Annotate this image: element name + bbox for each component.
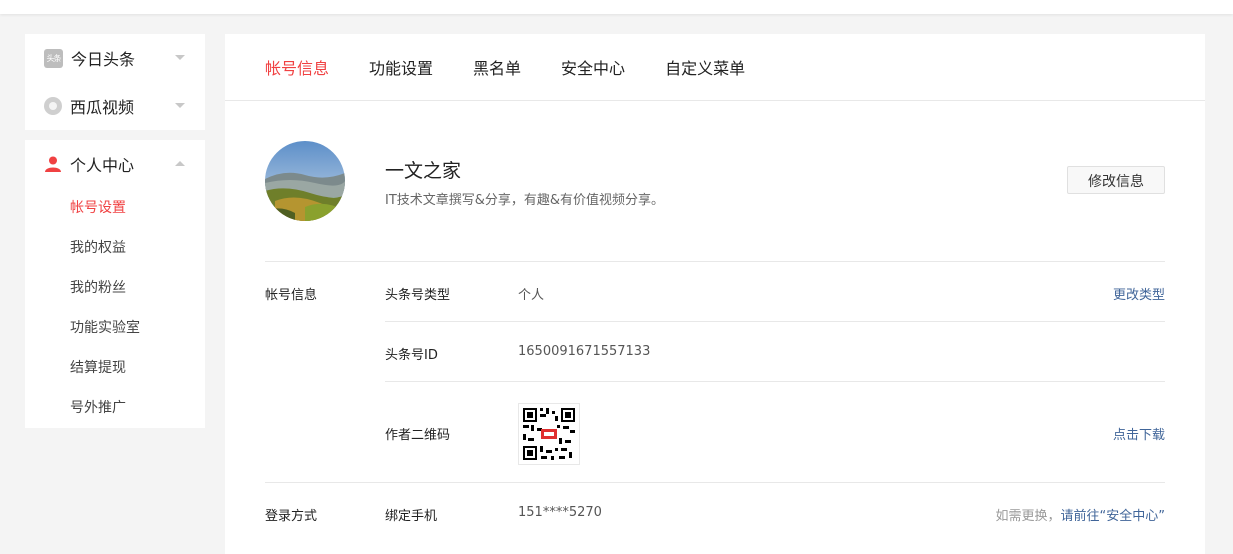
sidebar-subitem-withdraw[interactable]: 结算提现 xyxy=(25,348,205,388)
field-label-account-type: 头条号类型 xyxy=(385,288,451,303)
tab-feature-settings[interactable]: 功能设置 xyxy=(369,35,433,99)
avatar xyxy=(265,141,345,221)
change-phone-hint: 如需更换，请前往“安全中心” xyxy=(996,505,1166,524)
section-title-account-info: 帐号信息 xyxy=(265,288,318,303)
tab-bar: 帐号信息 功能设置 黑名单 安全中心 自定义菜单 xyxy=(225,34,1205,101)
field-label-account-id: 头条号ID xyxy=(385,348,438,363)
section-title-login-method: 登录方式 xyxy=(265,509,318,524)
sidebar-item-label: 个人中心 xyxy=(70,156,135,175)
security-center-link[interactable]: 请前往“安全中心” xyxy=(1061,509,1165,524)
tab-security-center[interactable]: 安全中心 xyxy=(561,35,625,99)
sidebar-item-label: 西瓜视频 xyxy=(70,98,135,117)
download-qr-link[interactable]: 点击下载 xyxy=(1113,424,1165,443)
sidebar-item-label: 今日头条 xyxy=(71,50,136,69)
change-phone-hint-text: 如需更换， xyxy=(995,509,1061,524)
divider xyxy=(265,482,1165,483)
field-label-bound-phone: 绑定手机 xyxy=(385,509,438,524)
change-type-link[interactable]: 更改类型 xyxy=(1113,284,1165,303)
tab-custom-menu[interactable]: 自定义菜单 xyxy=(665,35,745,99)
sidebar-subitem-my-fans[interactable]: 我的粉丝 xyxy=(25,268,205,308)
sidebar-item-toutiao[interactable]: 头条 今日头条 xyxy=(25,34,205,82)
divider xyxy=(385,321,1165,322)
sidebar-item-xigua[interactable]: 西瓜视频 xyxy=(25,82,205,130)
sidebar-subitem-promotion[interactable]: 号外推广 xyxy=(25,388,205,428)
sidebar-subitem-my-rights[interactable]: 我的权益 xyxy=(25,228,205,268)
toutiao-logo-icon: 头条 xyxy=(44,48,63,68)
field-label-author-qr: 作者二维码 xyxy=(385,428,451,443)
sidebar-subitem-feature-lab[interactable]: 功能实验室 xyxy=(25,308,205,348)
field-value-account-id: 1650091671557133 xyxy=(518,344,651,359)
chevron-down-icon xyxy=(175,55,185,60)
edit-info-button[interactable]: 修改信息 xyxy=(1067,166,1165,194)
sidebar-products: 头条 今日头条 西瓜视频 xyxy=(25,34,205,130)
tab-account-info[interactable]: 帐号信息 xyxy=(265,35,329,99)
tab-blacklist[interactable]: 黑名单 xyxy=(473,35,521,99)
top-bar xyxy=(0,0,1233,14)
user-icon xyxy=(45,156,61,172)
chevron-down-icon xyxy=(175,103,185,108)
qr-code-image xyxy=(518,403,580,465)
divider xyxy=(385,381,1165,382)
divider xyxy=(265,261,1165,262)
profile-description: IT技术文章撰写&分享，有趣&有价值视频分享。 xyxy=(385,193,665,208)
field-value-bound-phone: 151****5270 xyxy=(518,505,602,520)
xigua-video-icon xyxy=(44,97,62,115)
avatar-landscape-image xyxy=(265,141,345,221)
profile-header: 一文之家 IT技术文章撰写&分享，有趣&有价值视频分享。 修改信息 xyxy=(265,141,1165,221)
sidebar-subitem-account-settings[interactable]: 帐号设置 xyxy=(25,188,205,228)
chevron-up-icon xyxy=(175,161,185,166)
sidebar-item-personal-center[interactable]: 个人中心 xyxy=(25,140,205,188)
main-panel: 帐号信息 功能设置 黑名单 安全中心 自定义菜单 一文之家 IT技术文章撰写&分… xyxy=(225,34,1205,554)
profile-name: 一文之家 xyxy=(385,160,462,182)
field-value-account-type: 个人 xyxy=(518,288,545,303)
sidebar-personal: 个人中心 帐号设置 我的权益 我的粉丝 功能实验室 结算提现 号外推广 xyxy=(25,140,205,428)
